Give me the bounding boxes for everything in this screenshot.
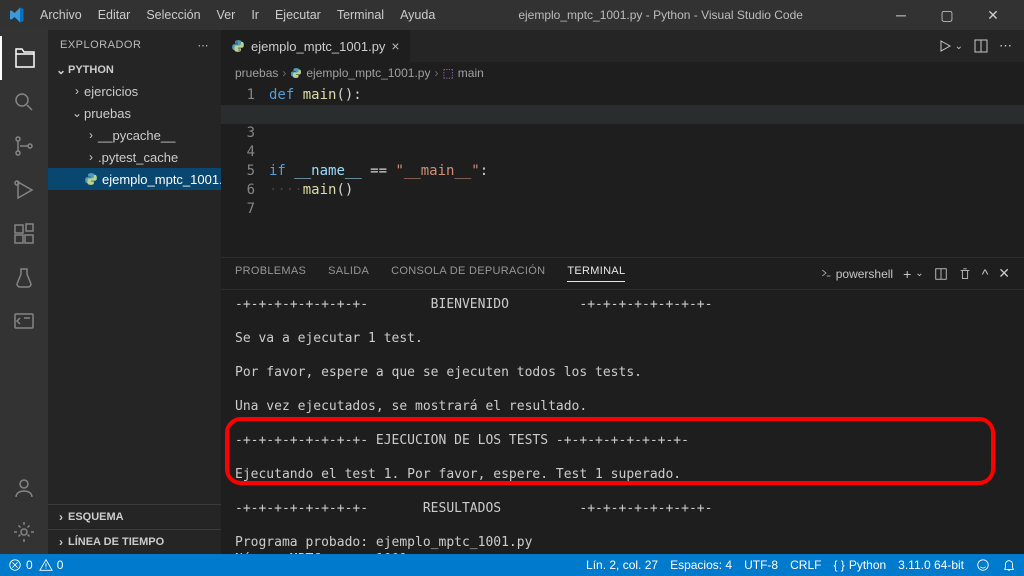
window-title: ejemplo_mptc_1001.py - Python - Visual S… bbox=[443, 8, 878, 22]
testing-icon[interactable] bbox=[0, 256, 48, 300]
explorer-icon[interactable] bbox=[0, 36, 48, 80]
status-notifications-icon[interactable] bbox=[1002, 558, 1016, 572]
timeline-section[interactable]: ›LÍNEA DE TIEMPO bbox=[48, 529, 221, 554]
search-icon[interactable] bbox=[0, 80, 48, 124]
panel-tab-holder: PROBLEMAS SALIDA CONSOLA DE DEPURACIÓN TERM… bbox=[235, 265, 647, 282]
tab-close-icon[interactable]: × bbox=[391, 38, 399, 54]
sidebar-title: EXPLORADOR ⋯ bbox=[48, 30, 221, 60]
menu-item[interactable]: Selección bbox=[138, 8, 208, 22]
panel-tab[interactable]: PROBLEMAS bbox=[235, 265, 306, 282]
more-icon[interactable]: ⋯ bbox=[198, 39, 210, 52]
minimize-button[interactable]: ─ bbox=[878, 0, 924, 30]
status-warnings[interactable]: 0 bbox=[39, 558, 64, 572]
breadcrumb[interactable]: pruebas › ejemplo_mptc_1001.py › ⬚ main bbox=[221, 62, 1024, 84]
status-interpreter[interactable]: 3.11.0 64-bit bbox=[898, 558, 964, 572]
symbol-icon: ⬚ bbox=[442, 66, 453, 80]
status-ln-col[interactable]: Lín. 2, col. 27 bbox=[586, 558, 658, 572]
tab-filename: ejemplo_mptc_1001.py bbox=[251, 39, 385, 54]
file-row[interactable]: ejemplo_mptc_1001.py bbox=[48, 168, 221, 190]
editor-area: ejemplo_mptc_1001.py × ⌄ ⋯ pruebas › eje… bbox=[221, 30, 1024, 554]
editor-tab[interactable]: ejemplo_mptc_1001.py × bbox=[221, 30, 411, 62]
status-feedback-icon[interactable] bbox=[976, 558, 990, 572]
kill-terminal-icon[interactable] bbox=[958, 267, 972, 281]
activity-bar bbox=[0, 30, 48, 554]
new-terminal-icon[interactable]: + bbox=[903, 266, 911, 282]
source-control-icon[interactable] bbox=[0, 124, 48, 168]
panel-tab[interactable]: CONSOLA DE DEPURACIÓN bbox=[391, 265, 545, 282]
terminal-content: -+-+-+-+-+-+-+-+- BIENVENIDO -+-+-+-+-+-… bbox=[235, 296, 1010, 554]
python-file-icon bbox=[290, 67, 302, 79]
panel-tab[interactable]: TERMINAL bbox=[567, 265, 625, 282]
run-icon[interactable] bbox=[937, 38, 953, 54]
panel: PROBLEMAS SALIDA CONSOLA DE DEPURACIÓN TERM… bbox=[221, 257, 1024, 554]
tab-bar: ejemplo_mptc_1001.py × ⌄ ⋯ bbox=[221, 30, 1024, 62]
panel-tab[interactable]: SALIDA bbox=[328, 265, 369, 282]
split-terminal-icon[interactable] bbox=[934, 267, 948, 281]
run-debug-icon[interactable] bbox=[0, 168, 48, 212]
menu-item[interactable]: Ejecutar bbox=[267, 8, 329, 22]
panel-maximize-icon[interactable]: ^ bbox=[982, 266, 989, 282]
terminal[interactable]: -+-+-+-+-+-+-+-+- BIENVENIDO -+-+-+-+-+-… bbox=[221, 290, 1024, 554]
remote-icon[interactable] bbox=[0, 300, 48, 344]
status-encoding[interactable]: UTF-8 bbox=[744, 558, 778, 572]
status-language[interactable]: { } Python bbox=[833, 558, 886, 572]
extensions-icon[interactable] bbox=[0, 212, 48, 256]
window-controls: ─ ▢ ✕ bbox=[878, 0, 1016, 30]
menu-item[interactable]: Archivo bbox=[32, 8, 90, 22]
settings-icon[interactable] bbox=[0, 510, 48, 554]
status-errors[interactable]: 0 bbox=[8, 558, 33, 572]
outline-section[interactable]: ›ESQUEMA bbox=[48, 504, 221, 529]
accounts-icon[interactable] bbox=[0, 466, 48, 510]
vscode-logo bbox=[8, 7, 24, 23]
status-eol[interactable]: CRLF bbox=[790, 558, 821, 572]
editor[interactable]: 1234567 def main():····print("¡Hola, mun… bbox=[221, 84, 1024, 257]
status-bar: 0 0 Lín. 2, col. 27 Espacios: 4 UTF-8 CR… bbox=[0, 554, 1024, 576]
run-dropdown-icon[interactable]: ⌄ bbox=[955, 41, 963, 52]
folder-row[interactable]: ⌄pruebas bbox=[48, 102, 221, 124]
sidebar: EXPLORADOR ⋯ ⌄PYTHON ›ejercicios⌄pruebas… bbox=[48, 30, 221, 554]
folder-row[interactable]: ›ejercicios bbox=[48, 80, 221, 102]
menu-bar: ArchivoEditarSelecciónVerIrEjecutarTermi… bbox=[32, 8, 443, 22]
python-file-icon bbox=[231, 39, 245, 53]
menu-item[interactable]: Terminal bbox=[329, 8, 392, 22]
menu-item[interactable]: Ayuda bbox=[392, 8, 443, 22]
menu-item[interactable]: Ir bbox=[243, 8, 267, 22]
panel-tabs: PROBLEMAS SALIDA CONSOLA DE DEPURACIÓN TERM… bbox=[221, 258, 1024, 290]
folder-row[interactable]: ›__pycache__ bbox=[48, 124, 221, 146]
close-button[interactable]: ✕ bbox=[970, 0, 1016, 30]
menu-item[interactable]: Editar bbox=[90, 8, 139, 22]
file-tree: ›ejercicios⌄pruebas›__pycache__›.pytest_… bbox=[48, 80, 221, 196]
maximize-button[interactable]: ▢ bbox=[924, 0, 970, 30]
split-editor-icon[interactable] bbox=[973, 38, 989, 54]
panel-close-icon[interactable]: ✕ bbox=[998, 265, 1010, 282]
titlebar: ArchivoEditarSelecciónVerIrEjecutarTermi… bbox=[0, 0, 1024, 30]
editor-more-icon[interactable]: ⋯ bbox=[999, 38, 1012, 54]
terminal-split-dropdown-icon[interactable]: ⌄ bbox=[915, 268, 923, 279]
workspace-root[interactable]: ⌄PYTHON bbox=[48, 60, 221, 80]
shell-selector[interactable]: powershell bbox=[820, 267, 893, 281]
status-spaces[interactable]: Espacios: 4 bbox=[670, 558, 732, 572]
folder-row[interactable]: ›.pytest_cache bbox=[48, 146, 221, 168]
menu-item[interactable]: Ver bbox=[209, 8, 244, 22]
